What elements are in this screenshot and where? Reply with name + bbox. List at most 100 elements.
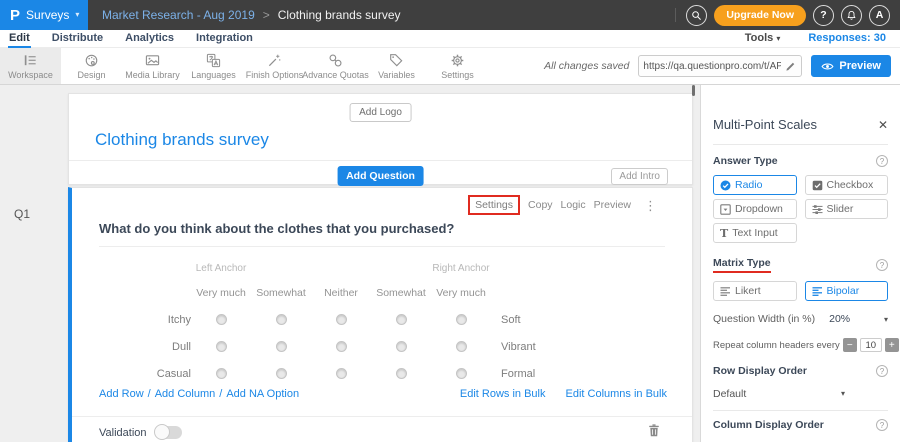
edit-columns-bulk-link[interactable]: Edit Columns in Bulk (566, 388, 668, 400)
tab-integration[interactable]: Integration (195, 30, 254, 46)
radio-button[interactable] (396, 368, 407, 379)
tab-edit[interactable]: Edit (8, 30, 31, 48)
kebab-menu-icon[interactable]: ⋮ (644, 199, 657, 212)
caret-down-icon: ▾ (75, 11, 79, 19)
matrix-type-bipolar[interactable]: Bipolar (805, 281, 889, 301)
product-menu-label: Surveys (26, 8, 69, 22)
search-icon (691, 10, 702, 21)
scrollbar-thumb[interactable] (692, 85, 695, 96)
toolbar-item-finish-options[interactable]: Finish Options (244, 48, 305, 84)
matrix-grid: Left Anchor Right Anchor Very much Somew… (99, 256, 536, 387)
answer-type-slider[interactable]: Slider (805, 199, 889, 219)
radio-button[interactable] (216, 368, 227, 379)
add-intro-button[interactable]: Add Intro (611, 168, 668, 185)
divider (713, 410, 888, 411)
matrix-edit-links: Add Row / Add Column / Add NA Option Edi… (99, 388, 667, 400)
help-icon[interactable]: ? (876, 155, 888, 167)
toolbar-item-media-library[interactable]: Media Library (122, 48, 183, 84)
question-preview-button[interactable]: Preview (594, 199, 631, 211)
radio-button[interactable] (396, 341, 407, 352)
radio-button[interactable] (336, 341, 347, 352)
preview-button[interactable]: Preview (811, 55, 891, 77)
survey-title[interactable]: Clothing brands survey (95, 130, 269, 150)
validation-label: Validation (99, 427, 147, 439)
anchor-row: Left Anchor Right Anchor (99, 256, 536, 280)
add-question-button[interactable]: Add Question (337, 166, 424, 186)
matrix-type-options: Likert Bipolar (713, 281, 888, 301)
image-icon (145, 53, 160, 68)
close-icon[interactable]: ✕ (878, 118, 888, 132)
divider (99, 246, 665, 247)
tools-menu[interactable]: Tools ▾ (745, 32, 781, 44)
add-column-link[interactable]: Add Column (155, 388, 216, 400)
search-button[interactable] (686, 5, 707, 26)
question-logic-button[interactable]: Logic (561, 199, 586, 211)
caret-down-icon: ▾ (776, 34, 780, 43)
surveys-product-menu[interactable]: P Surveys ▾ (0, 0, 88, 30)
repeat-headers-row: Repeat column headers every − + rows. (713, 338, 888, 352)
answer-type-checkbox[interactable]: Checkbox (805, 175, 889, 195)
trash-icon (648, 424, 660, 437)
add-row-link[interactable]: Add Row (99, 388, 144, 400)
radio-button[interactable] (216, 341, 227, 352)
radio-button[interactable] (216, 314, 227, 325)
minus-icon[interactable]: − (843, 338, 857, 352)
radio-button[interactable] (276, 368, 287, 379)
matrix-column-headers: Very much Somewhat Neither Somewhat Very… (99, 280, 536, 306)
help-icon[interactable]: ? (876, 365, 888, 377)
edit-url-button[interactable] (785, 61, 796, 72)
toolbar-item-variables[interactable]: Variables (366, 48, 427, 84)
toolbar-item-design[interactable]: Design (61, 48, 122, 84)
row-display-order-select[interactable]: Default ▾ (713, 388, 845, 400)
help-icon[interactable]: ? (876, 259, 888, 271)
responses-count[interactable]: Responses: 30 (808, 32, 886, 44)
add-logo-button[interactable]: Add Logo (349, 103, 412, 122)
radio-icon (720, 180, 731, 191)
answer-type-text-input[interactable]: T Text Input (713, 223, 797, 243)
radio-button[interactable] (276, 341, 287, 352)
avatar[interactable]: A (869, 5, 890, 26)
delete-question-button[interactable] (648, 424, 660, 437)
bipolar-icon (812, 286, 823, 297)
survey-url-input[interactable] (639, 61, 785, 72)
breadcrumb-parent[interactable]: Market Research - Aug 2019 (102, 8, 255, 22)
toolbar-item-languages[interactable]: Languages (183, 48, 244, 84)
help-button[interactable]: ? (813, 5, 834, 26)
edit-rows-bulk-link[interactable]: Edit Rows in Bulk (460, 388, 546, 400)
tab-distribute[interactable]: Distribute (51, 30, 104, 46)
question-settings-panel: Multi-Point Scales ✕ Answer Type ? Radio… (700, 85, 900, 442)
tab-analytics[interactable]: Analytics (124, 30, 175, 46)
toolbar-item-workspace[interactable]: Workspace (0, 48, 61, 84)
validation-toggle[interactable] (155, 426, 182, 439)
repeat-rows-input[interactable] (860, 338, 882, 352)
radio-button[interactable] (456, 341, 467, 352)
radio-button[interactable] (456, 368, 467, 379)
right-anchor-label: Right Anchor (432, 263, 489, 274)
matrix-type-likert[interactable]: Likert (713, 281, 797, 301)
question-text[interactable]: What do you think about the clothes that… (99, 221, 454, 236)
caret-down-icon[interactable]: ▾ (884, 315, 888, 324)
help-icon[interactable]: ? (876, 419, 888, 431)
notifications-button[interactable] (841, 5, 862, 26)
row-display-order-value: Default (713, 388, 746, 400)
radio-button[interactable] (396, 314, 407, 325)
upgrade-now-button[interactable]: Upgrade Now (714, 5, 806, 26)
bell-icon (846, 10, 857, 21)
question-copy-button[interactable]: Copy (528, 199, 553, 211)
toolbar-item-settings[interactable]: Settings (427, 48, 488, 84)
survey-header-card: Add Logo Clothing brands survey Add Ques… (68, 93, 693, 185)
answer-type-radio[interactable]: Radio (713, 175, 797, 195)
plus-icon[interactable]: + (885, 338, 899, 352)
separator: / (148, 388, 151, 400)
answer-type-dropdown[interactable]: Dropdown (713, 199, 797, 219)
radio-button[interactable] (336, 368, 347, 379)
matrix-type-label: Matrix Type (713, 257, 771, 273)
radio-button[interactable] (336, 314, 347, 325)
add-na-option-link[interactable]: Add NA Option (226, 388, 299, 400)
toolbar-item-advance-quotas[interactable]: Advance Quotas (305, 48, 366, 84)
row-left-label: Itchy (99, 314, 191, 326)
question-settings-button[interactable]: Settings (468, 195, 520, 215)
radio-button[interactable] (456, 314, 467, 325)
radio-button[interactable] (276, 314, 287, 325)
question-width-value[interactable]: 20% (829, 313, 850, 325)
